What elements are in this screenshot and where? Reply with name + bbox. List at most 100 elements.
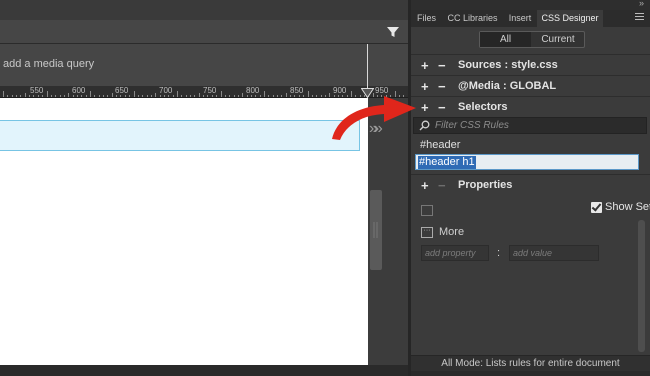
add-value-input[interactable]: add value (509, 245, 599, 261)
ruler-label: 550 (30, 86, 44, 95)
tab-css-designer[interactable]: CSS Designer (537, 10, 603, 27)
ruler-tick (264, 91, 265, 97)
ruler-tick (137, 95, 139, 97)
ruler-tick (111, 93, 113, 97)
selectors-section: + − Selectors (411, 96, 650, 116)
ruler-tick (233, 95, 235, 97)
add-property-input[interactable]: add property (421, 245, 489, 261)
add-media-button[interactable]: + (421, 79, 429, 94)
ruler-tick (216, 95, 218, 97)
ruler-tick (72, 95, 74, 97)
ruler-tick (168, 95, 170, 97)
ruler-tick (250, 95, 252, 97)
ruler-tick (194, 95, 196, 97)
remove-property-button: − (438, 178, 446, 193)
ruler-label: 800 (246, 86, 260, 95)
mode-toggle: All Current (479, 31, 585, 48)
remove-media-button[interactable]: − (438, 79, 446, 94)
ruler-tick (120, 95, 122, 97)
panel-scrollbar[interactable] (638, 220, 645, 352)
ruler-tick (46, 91, 48, 97)
selectors-label: Selectors (458, 101, 508, 113)
ruler-tick (181, 95, 183, 97)
ruler-tick (98, 95, 100, 97)
ruler-tick (142, 95, 144, 97)
add-property-button[interactable]: + (421, 178, 429, 193)
sources-label: Sources : (458, 59, 509, 71)
filter-icon[interactable] (386, 25, 400, 39)
add-selector-button[interactable]: + (421, 100, 429, 115)
document-top-bar (0, 0, 410, 20)
ruler-tick (90, 91, 91, 97)
ruler-tick (29, 95, 31, 97)
ruler-tick (177, 91, 178, 97)
tab-insert[interactable]: Insert (503, 10, 537, 27)
ruler-tick (107, 95, 109, 97)
properties-section: + − Properties (411, 174, 650, 194)
add-source-button[interactable]: + (421, 58, 429, 73)
ruler-tick (116, 95, 118, 97)
ruler-tick (224, 95, 226, 97)
ruler-tick (198, 93, 200, 97)
sources-value[interactable]: style.css (511, 59, 557, 71)
ruler-tick (163, 95, 165, 97)
remove-source-button[interactable]: − (438, 58, 446, 73)
tab-files[interactable]: Files (411, 10, 442, 27)
current-mode-button[interactable]: Current (532, 32, 584, 47)
ruler-tick (68, 93, 70, 97)
selector-item[interactable]: #header (420, 139, 460, 151)
ruler-tick (277, 95, 279, 97)
ruler-tick (133, 91, 135, 97)
selector-edit-field[interactable]: #header h1 (415, 154, 639, 170)
ruler-tick (42, 95, 44, 97)
ruler-tick (11, 95, 13, 97)
all-mode-button[interactable]: All (480, 32, 531, 47)
media-label: @Media : (458, 80, 507, 92)
ruler-tick (272, 95, 274, 97)
ruler-tick (185, 95, 187, 97)
panel-menu-icon[interactable] (635, 13, 644, 23)
ruler-tick (159, 95, 161, 97)
document-status-bar (0, 365, 410, 376)
ruler-tick (207, 95, 209, 97)
ruler-tick (20, 95, 22, 97)
annotation-arrow-icon (332, 96, 416, 140)
ruler-tick (294, 95, 296, 97)
design-canvas[interactable] (0, 98, 368, 365)
ruler-tick (211, 95, 213, 97)
filter-css-rules (413, 117, 647, 134)
ruler-tick (103, 95, 105, 97)
canvas-scrollbar-thumb[interactable] (370, 190, 382, 270)
ruler-tick (81, 95, 83, 97)
remove-selector-button[interactable]: − (438, 100, 446, 115)
selector-edit-text[interactable]: #header h1 (418, 156, 476, 169)
header-element-box[interactable] (0, 120, 360, 151)
document-area: add a media query 550 600 650 700 750 80… (0, 0, 410, 376)
show-set-label[interactable]: Show Set (605, 201, 650, 213)
sources-section: + − Sources : style.css (411, 54, 650, 74)
ruler-tick (285, 93, 287, 97)
ruler-tick (190, 95, 192, 97)
document-toolbar (0, 20, 410, 44)
ruler-tick (150, 95, 152, 97)
ruler-tick (311, 95, 313, 97)
layout-category-icon[interactable] (421, 205, 433, 216)
filter-css-rules-input[interactable] (435, 118, 635, 133)
tab-cc-libraries[interactable]: CC Libraries (442, 10, 503, 27)
ruler-label: 650 (115, 86, 129, 95)
ruler-tick (76, 95, 78, 97)
ruler-tick (129, 95, 131, 97)
ruler-tick (50, 95, 52, 97)
media-value[interactable]: GLOBAL (510, 80, 556, 92)
ruler-label: 700 (159, 86, 173, 95)
ruler-tick (246, 95, 248, 97)
properties-label: Properties (458, 179, 513, 191)
ruler-tick (255, 95, 257, 97)
ruler-tick (324, 95, 326, 97)
panel-bottom-strip (411, 371, 650, 376)
add-media-query-label[interactable]: add a media query (3, 58, 94, 70)
collapse-panel-icon[interactable]: » (639, 0, 644, 8)
media-query-bar[interactable]: add a media query (0, 44, 410, 86)
show-set-checkbox[interactable] (591, 202, 602, 213)
panel-top-strip: » (411, 0, 650, 10)
